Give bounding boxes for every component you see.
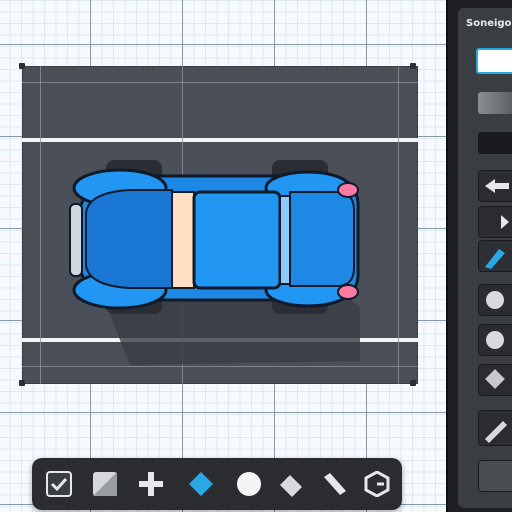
- diamond-icon: [485, 369, 505, 389]
- pen-tool-button[interactable]: [478, 240, 512, 272]
- car-sprite[interactable]: [60, 150, 360, 370]
- brush-icon: [485, 421, 507, 443]
- bottom-toolbar: [32, 458, 402, 510]
- circle-button[interactable]: [478, 324, 512, 356]
- plus-tool-button[interactable]: [138, 471, 164, 497]
- color-swatch[interactable]: [478, 132, 512, 154]
- diamond-button[interactable]: [478, 364, 512, 396]
- name-input[interactable]: [476, 48, 512, 74]
- square-icon: [93, 472, 117, 496]
- shape-tool-button[interactable]: [364, 471, 390, 497]
- line-icon: [324, 473, 346, 495]
- arrow-left-icon: [485, 179, 509, 193]
- chevron-icon: [280, 475, 302, 497]
- color-swatch[interactable]: [478, 92, 512, 114]
- circle-icon: [237, 472, 261, 496]
- circle-icon: [486, 331, 504, 349]
- move-left-button[interactable]: [478, 170, 512, 202]
- move-right-button[interactable]: [478, 206, 512, 238]
- circle-icon: [486, 291, 504, 309]
- arrow-right-icon: [501, 215, 509, 229]
- guide-line: [398, 66, 399, 384]
- circle-tool-button[interactable]: [236, 471, 262, 497]
- checkbox-tool-button[interactable]: [46, 471, 72, 497]
- pen-icon: [485, 249, 505, 269]
- editor-canvas[interactable]: [0, 0, 446, 512]
- checkbox-icon: [46, 471, 72, 497]
- guide-line: [22, 82, 418, 83]
- arrow-tool-button[interactable]: [278, 471, 304, 497]
- selection-handle[interactable]: [19, 63, 25, 69]
- circle-button[interactable]: [478, 284, 512, 316]
- selection-handle[interactable]: [19, 380, 25, 386]
- panel-footer-button[interactable]: [478, 460, 512, 492]
- square-tool-button[interactable]: [92, 471, 118, 497]
- plus-icon: [139, 472, 163, 496]
- selection-handle[interactable]: [410, 63, 416, 69]
- guide-line: [40, 66, 41, 384]
- diamond-tool-button[interactable]: [188, 471, 214, 497]
- panel-title: Soneigo: [466, 18, 512, 29]
- line-tool-button[interactable]: [322, 471, 348, 497]
- hexagon-icon: [364, 471, 390, 497]
- brush-button[interactable]: [478, 410, 512, 446]
- lane-marking-top: [22, 138, 418, 142]
- selection-handle[interactable]: [410, 380, 416, 386]
- diamond-icon: [189, 472, 213, 496]
